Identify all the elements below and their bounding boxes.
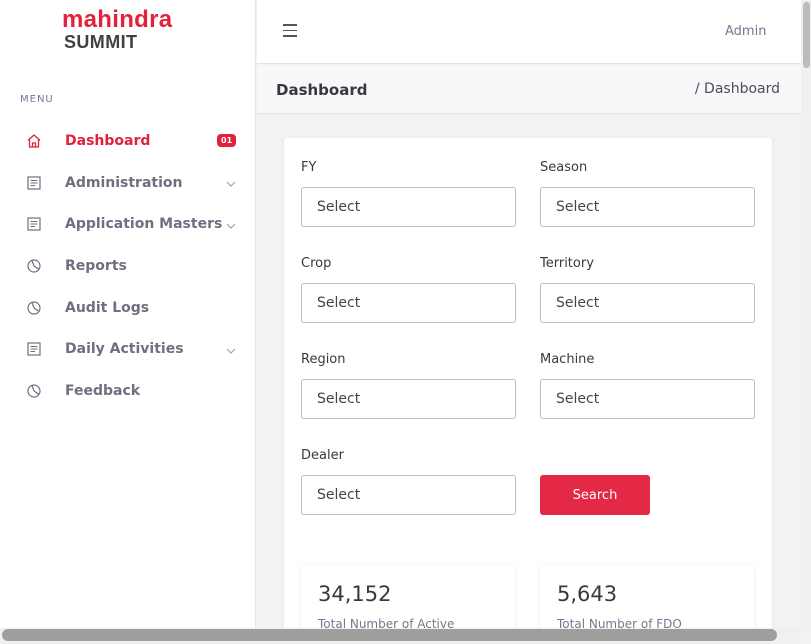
sidebar-item-reports[interactable]: Reports bbox=[0, 245, 256, 287]
search-button[interactable]: Search bbox=[540, 475, 650, 515]
sidebar-item-label: Reports bbox=[65, 257, 127, 274]
chevron-down-icon bbox=[225, 340, 237, 359]
pie-chart-icon bbox=[25, 299, 43, 317]
menu-title: MENU bbox=[20, 94, 54, 105]
logo-product-name: SUMMIT bbox=[64, 32, 138, 52]
vertical-scroll-thumb[interactable] bbox=[803, 2, 810, 68]
territory-label: Territory bbox=[540, 256, 594, 271]
horizontal-scroll-thumb[interactable] bbox=[2, 629, 777, 641]
sidebar-item-label: Application Masters bbox=[65, 216, 223, 233]
sidebar-item-dashboard[interactable]: Dashboard 01 bbox=[0, 120, 256, 162]
fy-label: FY bbox=[301, 160, 317, 175]
stat-value: 34,152 bbox=[318, 582, 392, 606]
sidebar-item-label: Feedback bbox=[65, 382, 141, 399]
top-header: Admin bbox=[257, 0, 801, 64]
sidebar-item-audit-logs[interactable]: Audit Logs bbox=[0, 287, 256, 329]
region-select[interactable]: Select bbox=[301, 379, 516, 419]
chevron-down-icon bbox=[225, 215, 237, 234]
pie-chart-icon bbox=[25, 257, 43, 275]
machine-select[interactable]: Select bbox=[540, 379, 755, 419]
crop-label: Crop bbox=[301, 256, 332, 271]
document-icon bbox=[25, 215, 43, 233]
home-icon bbox=[25, 132, 43, 150]
crop-select[interactable]: Select bbox=[301, 283, 516, 323]
dealer-select[interactable]: Select bbox=[301, 475, 516, 515]
document-icon bbox=[25, 340, 43, 358]
pie-chart-icon bbox=[25, 382, 43, 400]
fy-select[interactable]: Select bbox=[301, 187, 516, 227]
sidebar-item-daily-activities[interactable]: Daily Activities bbox=[0, 328, 256, 370]
logo-brand-name: mahindra bbox=[62, 6, 173, 33]
menu-toggle-icon[interactable] bbox=[283, 24, 297, 38]
sidebar-item-feedback[interactable]: Feedback bbox=[0, 370, 256, 412]
machine-label: Machine bbox=[540, 352, 595, 367]
user-menu[interactable]: Admin bbox=[725, 24, 766, 39]
breadcrumb[interactable]: / Dashboard bbox=[695, 81, 780, 97]
horizontal-scrollbar[interactable] bbox=[0, 628, 801, 644]
sidebar-item-label: Daily Activities bbox=[65, 341, 184, 358]
page-title: Dashboard bbox=[276, 81, 368, 99]
page-title-bar: Dashboard / Dashboard bbox=[257, 65, 801, 114]
chevron-down-icon bbox=[225, 173, 237, 192]
document-icon bbox=[25, 174, 43, 192]
mahindra-summit-logo[interactable]: mahindra SUMMIT bbox=[62, 6, 173, 53]
season-label: Season bbox=[540, 160, 588, 175]
sidebar: mahindra SUMMIT MENU Dashboard 01 Admini… bbox=[0, 0, 256, 644]
territory-select[interactable]: Select bbox=[540, 283, 755, 323]
dealer-label: Dealer bbox=[301, 448, 344, 463]
season-select[interactable]: Select bbox=[540, 187, 755, 227]
sidebar-item-application-masters[interactable]: Application Masters bbox=[0, 203, 256, 245]
sidebar-item-label: Audit Logs bbox=[65, 299, 150, 316]
region-label: Region bbox=[301, 352, 346, 367]
sidebar-item-administration[interactable]: Administration bbox=[0, 162, 256, 204]
stat-value: 5,643 bbox=[557, 582, 618, 606]
sidebar-item-label: Dashboard bbox=[65, 132, 151, 149]
notification-badge: 01 bbox=[217, 134, 237, 148]
sidebar-nav: Dashboard 01 Administration Application … bbox=[0, 120, 256, 412]
vertical-scrollbar[interactable] bbox=[801, 0, 811, 630]
sidebar-item-label: Administration bbox=[65, 174, 183, 191]
